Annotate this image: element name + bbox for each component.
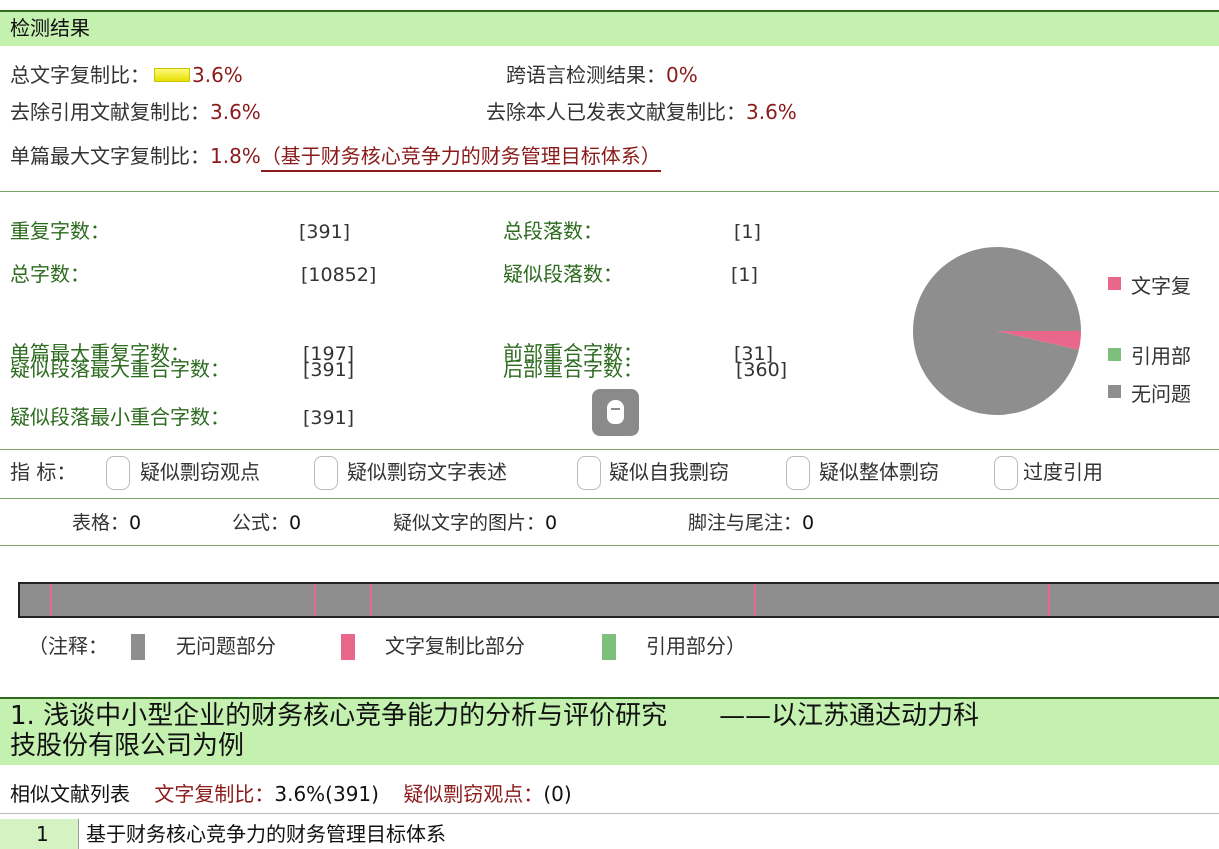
table-count: 表格：0 xyxy=(72,511,141,535)
dup-chars-value: [391] xyxy=(299,221,351,243)
similar-list-row: 相似文献列表 文字复制比：3.6%(391) 疑似剽窃观点：(0) xyxy=(10,782,572,806)
footnote-count-label: 脚注与尾注： xyxy=(688,512,803,534)
excl-self-value: 3.6% xyxy=(746,100,797,124)
similar-copy-value: 3.6%(391) xyxy=(274,782,379,806)
back-overlap-value: [360] xyxy=(736,359,788,381)
cross-lang-label: 跨语言检测结果： xyxy=(506,63,666,87)
total-chars-label: 总字数： xyxy=(10,262,90,286)
total-paras-label: 总段落数： xyxy=(503,219,603,243)
indicator-self-plag: 疑似自我剽窃 xyxy=(609,460,729,484)
max-single-value: 1.8% xyxy=(210,144,261,168)
document-overview-strip[interactable] xyxy=(18,582,1219,618)
susp-max-label: 疑似段落最大重合字数： xyxy=(10,357,230,381)
formula-count-value: 0 xyxy=(289,512,302,534)
legend-ok: 无问题 xyxy=(1131,382,1191,406)
strip-copy-mark xyxy=(1047,584,1050,616)
legend-cite: 引用部 xyxy=(1131,344,1191,368)
max-single-row: 单篇最大文字复制比：1.8%（基于财务核心竞争力的财务管理目标体系） xyxy=(10,144,661,172)
note-ok: 无问题部分 xyxy=(176,634,276,658)
indicator-plag-view: 疑似剽窃观点 xyxy=(140,460,260,484)
list-item-title[interactable]: 基于财务核心竞争力的财务管理目标体系 xyxy=(86,822,446,846)
section-header: 1. 浅谈中小型企业的财务核心竞争能力的分析与评价研究 ——以江苏通达动力科 技… xyxy=(0,697,1219,765)
checkbox-plag-text[interactable] xyxy=(314,456,338,490)
susp-max-value: [391] xyxy=(303,359,355,381)
drag-handle[interactable] xyxy=(592,389,639,436)
cross-lang-value: 0% xyxy=(666,63,698,87)
checkbox-self-plag[interactable] xyxy=(577,456,601,490)
formula-count-label: 公式： xyxy=(232,512,290,534)
divider xyxy=(0,545,1219,546)
strip-copy-mark xyxy=(49,584,52,616)
strip-copy-mark xyxy=(370,584,373,616)
divider xyxy=(0,449,1219,450)
duplication-pie-chart xyxy=(913,247,1081,416)
max-single-label: 单篇最大文字复制比： xyxy=(10,144,210,168)
page-title: 检测结果 xyxy=(10,16,90,40)
legend-swatch-ok xyxy=(1108,385,1121,398)
legend-swatch-cite xyxy=(1108,348,1121,361)
note-open: （注释： xyxy=(28,634,108,658)
back-overlap-label: 后部重合字数： xyxy=(503,357,643,381)
table-count-value: 0 xyxy=(129,512,142,534)
copy-ratio-gauge xyxy=(154,68,190,82)
excl-ref-row: 去除引用文献复制比：3.6% xyxy=(10,100,261,124)
susp-paras-label: 疑似段落数： xyxy=(503,262,623,286)
similar-plag-value: (0) xyxy=(543,782,572,806)
divider xyxy=(78,819,79,849)
susp-min-value: [391] xyxy=(303,407,355,429)
result-header: 检测结果 xyxy=(0,10,1219,46)
susp-min-label: 疑似段落最小重合字数： xyxy=(10,405,230,429)
section-title-line1: 1. 浅谈中小型企业的财务核心竞争能力的分析与评价研究 ——以江苏通达动力科 xyxy=(10,701,980,731)
indicator-plag-text: 疑似剽窃文字表述 xyxy=(347,460,507,484)
table-count-label: 表格： xyxy=(72,512,130,534)
checkbox-plag-view[interactable] xyxy=(106,456,130,490)
indicator-whole-plag: 疑似整体剽窃 xyxy=(819,460,939,484)
note-swatch-copy xyxy=(341,634,355,660)
note-cite: 引用部分） xyxy=(646,634,746,658)
cross-lang-row: 跨语言检测结果：0% xyxy=(506,63,698,87)
strip-copy-mark xyxy=(313,584,316,616)
divider xyxy=(0,813,1219,814)
note-swatch-ok xyxy=(131,634,145,660)
excl-ref-label: 去除引用文献复制比： xyxy=(10,100,210,124)
divider xyxy=(0,498,1219,499)
legend-swatch-copy xyxy=(1108,277,1121,290)
excl-self-row: 去除本人已发表文献复制比：3.6% xyxy=(486,100,797,124)
checkbox-over-cite[interactable] xyxy=(994,456,1018,490)
excl-self-label: 去除本人已发表文献复制比： xyxy=(486,100,746,124)
note-copy: 文字复制比部分 xyxy=(385,634,525,658)
total-paras-value: [1] xyxy=(734,221,761,243)
max-single-source-link[interactable]: （基于财务核心竞争力的财务管理目标体系） xyxy=(260,144,661,172)
image-count: 疑似文字的图片：0 xyxy=(393,511,557,535)
list-item-number: 1 xyxy=(36,822,49,846)
total-copy-value: 3.6% xyxy=(192,63,243,87)
image-count-label: 疑似文字的图片： xyxy=(393,512,546,534)
legend-copy: 文字复 xyxy=(1131,274,1191,298)
similar-list-label: 相似文献列表 xyxy=(10,782,130,806)
susp-paras-value: [1] xyxy=(731,264,758,286)
total-chars-value: [10852] xyxy=(301,264,377,286)
divider xyxy=(0,191,1219,192)
image-count-value: 0 xyxy=(545,512,558,534)
indicator-over-cite: 过度引用 xyxy=(1023,460,1103,484)
indicators-label: 指 标： xyxy=(10,460,77,484)
list-item-number-cell: 1 xyxy=(0,819,78,849)
note-swatch-cite xyxy=(602,634,616,660)
strip-copy-mark xyxy=(753,584,756,616)
section-title-line2: 技股份有限公司为例 xyxy=(10,731,245,761)
formula-count: 公式：0 xyxy=(232,511,301,535)
checkbox-whole-plag[interactable] xyxy=(786,456,810,490)
dup-chars-label: 重复字数： xyxy=(10,219,110,243)
footnote-count: 脚注与尾注：0 xyxy=(688,511,814,535)
total-copy-label: 总文字复制比： xyxy=(10,63,150,87)
similar-plag-label: 疑似剽窃观点： xyxy=(403,782,544,806)
similar-copy-label: 文字复制比： xyxy=(154,782,275,806)
excl-ref-value: 3.6% xyxy=(210,100,261,124)
total-copy-row: 总文字复制比： 3.6% xyxy=(10,63,243,87)
mouse-icon xyxy=(607,400,624,424)
footnote-count-value: 0 xyxy=(802,512,815,534)
